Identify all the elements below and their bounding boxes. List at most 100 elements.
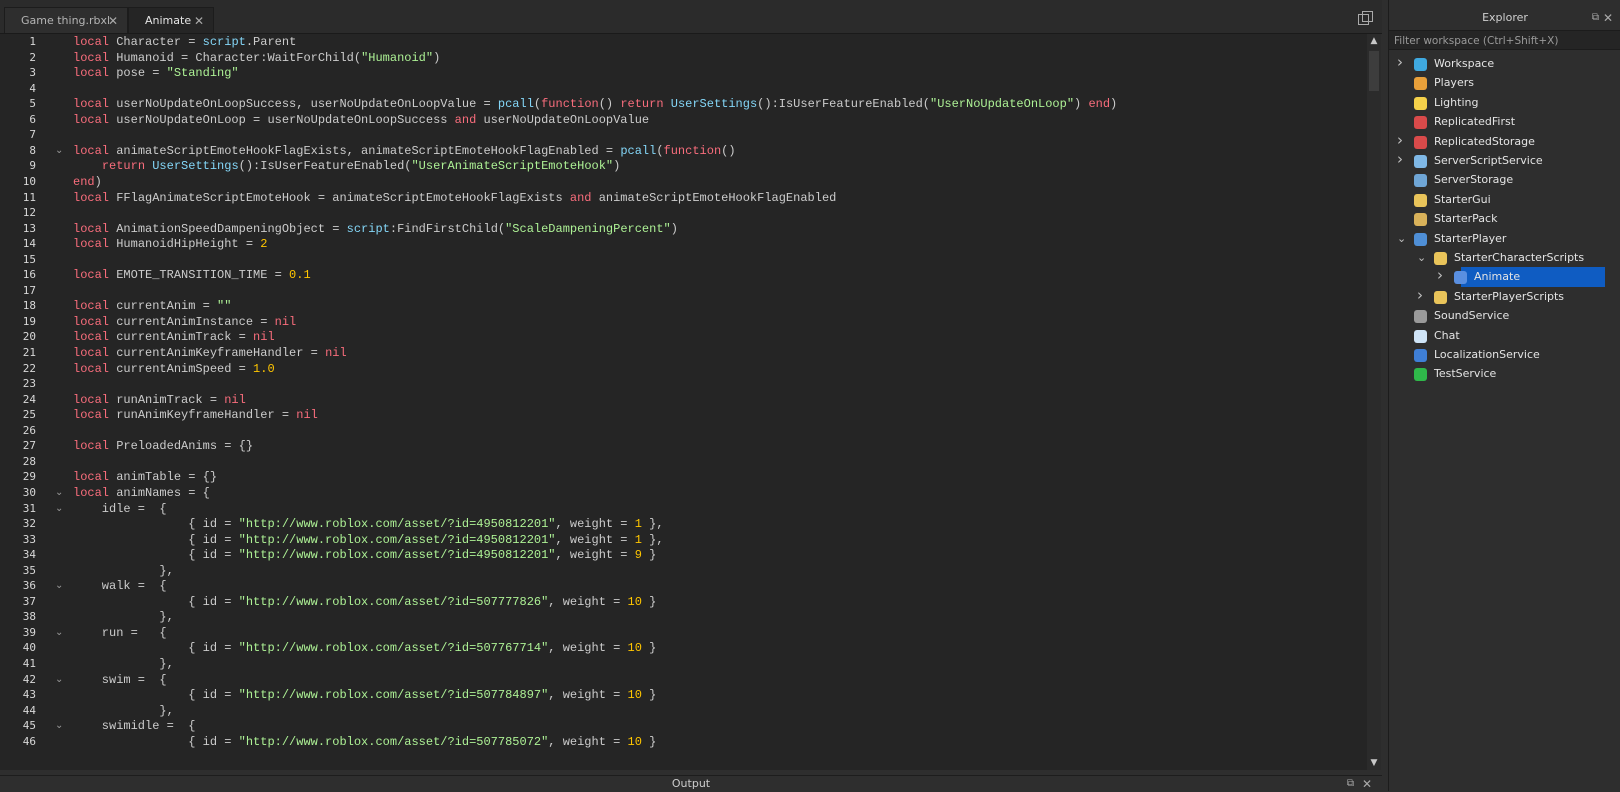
code-line[interactable]: local userNoUpdateOnLoopSuccess, userNoU… [73, 96, 1117, 112]
explorer-item-starterplayerscripts[interactable]: › StarterPlayerScripts [1389, 285, 1620, 307]
explorer-item-replicatedfirst[interactable]: ReplicatedFirst [1389, 112, 1620, 132]
fold-chevron-icon[interactable]: ⌄ [55, 625, 63, 641]
code-line[interactable]: local PreloadedAnims = {} [73, 438, 253, 454]
code-line[interactable]: local currentAnim = "" [73, 298, 231, 314]
code-line[interactable]: local AnimationSpeedDampeningObject = sc… [73, 221, 678, 237]
code-line[interactable]: local runAnimKeyframeHandler = nil [73, 407, 318, 423]
fold-chevron-icon[interactable]: ⌄ [55, 718, 63, 734]
chevron-down-icon[interactable]: ⌄ [1397, 229, 1406, 249]
explorer-item-lighting[interactable]: Lighting [1389, 93, 1620, 113]
code-line[interactable]: run = { [73, 625, 167, 641]
code-line[interactable]: idle = { [73, 501, 167, 517]
fold-chevron-icon[interactable]: ⌄ [55, 578, 63, 594]
tab-game-thing[interactable]: Game thing.rbxl ✕ [4, 7, 128, 33]
fold-chevron-icon[interactable]: ⌄ [55, 501, 63, 517]
code-line[interactable]: local currentAnimSpeed = 1.0 [73, 361, 275, 377]
explorer-item-workspace[interactable]: › Workspace [1389, 52, 1620, 74]
starter-gui-icon [1414, 193, 1427, 207]
code-line[interactable]: return UserSettings():IsUserFeatureEnabl… [73, 158, 621, 174]
code-line[interactable]: local animTable = {} [73, 469, 217, 485]
code-line[interactable]: walk = { [73, 578, 167, 594]
scroll-up-arrow-icon[interactable]: ▲ [1367, 34, 1381, 48]
code-line[interactable]: local currentAnimInstance = nil [73, 314, 296, 330]
explorer-item-starterpack[interactable]: StarterPack [1389, 209, 1620, 229]
explorer-item-soundservice[interactable]: SoundService [1389, 306, 1620, 326]
chevron-right-icon[interactable]: › [1397, 52, 1403, 72]
code-line[interactable]: local animNames = { [73, 485, 210, 501]
scrollbar-thumb[interactable] [1369, 51, 1379, 91]
code-line[interactable]: { id = "http://www.roblox.com/asset/?id=… [73, 594, 656, 610]
code-line[interactable]: { id = "http://www.roblox.com/asset/?id=… [73, 734, 656, 750]
fold-chevron-icon[interactable]: ⌄ [55, 672, 63, 688]
code-line[interactable]: local runAnimTrack = nil [73, 392, 246, 408]
code-token: 10 [627, 594, 642, 609]
code-token: 10 [627, 688, 642, 703]
explorer-item-starterplayer[interactable]: ⌄ StarterPlayer [1389, 229, 1620, 249]
explorer-item-animate[interactable]: › Animate [1389, 265, 1620, 288]
line-number: 31 [22, 501, 36, 515]
split-view-icon[interactable] [1358, 11, 1373, 25]
code-line[interactable]: swimidle = { [73, 718, 196, 734]
undock-icon[interactable]: ⧉ [1592, 8, 1599, 28]
scroll-down-arrow-icon[interactable]: ▼ [1367, 756, 1381, 770]
tab-animate[interactable]: Animate ✕ [128, 7, 214, 33]
close-icon[interactable]: ✕ [1603, 8, 1613, 28]
line-number: 6 [29, 112, 36, 126]
chevron-right-icon[interactable]: › [1397, 149, 1403, 169]
code-line[interactable]: local animateScriptEmoteHookFlagExists, … [73, 143, 736, 159]
code-line[interactable]: { id = "http://www.roblox.com/asset/?id=… [73, 640, 656, 656]
vertical-scrollbar[interactable]: ▲ ▼ [1367, 34, 1381, 770]
explorer-item-serverstorage[interactable]: ServerStorage [1389, 170, 1620, 190]
close-icon[interactable]: ✕ [1362, 776, 1372, 792]
code-line[interactable]: local currentAnimKeyframeHandler = nil [73, 345, 347, 361]
code-area[interactable]: local Character = script.Parent local Hum… [73, 34, 1363, 770]
explorer-item-localizationservice[interactable]: LocalizationService [1389, 345, 1620, 365]
code-line[interactable]: local userNoUpdateOnLoop = userNoUpdateO… [73, 112, 649, 128]
explorer-item-testservice[interactable]: TestService [1389, 364, 1620, 384]
code-line[interactable]: { id = "http://www.roblox.com/asset/?id=… [73, 547, 656, 563]
code-line[interactable]: swim = { [73, 672, 167, 688]
code-token: ():IsUserFeatureEnabled( [238, 159, 412, 174]
code-line[interactable]: local Character = script.Parent [73, 34, 296, 50]
code-line[interactable]: { id = "http://www.roblox.com/asset/?id=… [73, 687, 656, 703]
players-icon [1414, 77, 1427, 91]
code-line[interactable]: { id = "http://www.roblox.com/asset/?id=… [73, 516, 663, 532]
code-line[interactable]: }, [73, 609, 173, 625]
code-token: pose = [109, 66, 167, 81]
explorer-item-startercharacterscripts[interactable]: ⌄ StarterCharacterScripts [1389, 248, 1620, 268]
code-line[interactable]: }, [73, 656, 173, 672]
code-line[interactable]: local currentAnimTrack = nil [73, 329, 275, 345]
explorer-item-replicatedstorage[interactable]: › ReplicatedStorage [1389, 130, 1620, 152]
explorer-item-players[interactable]: Players [1389, 73, 1620, 93]
output-panel-header[interactable]: Output ⧉ ✕ [0, 775, 1382, 792]
code-line[interactable]: }, [73, 703, 173, 719]
code-line[interactable]: local pose = "Standing" [73, 65, 239, 81]
code-token: , weight = [555, 532, 635, 547]
fold-chevron-icon[interactable]: ⌄ [55, 143, 63, 159]
close-icon[interactable]: ✕ [194, 8, 204, 34]
code-line[interactable]: local EMOTE_TRANSITION_TIME = 0.1 [73, 267, 311, 283]
code-token: nil [325, 346, 347, 360]
code-line[interactable]: local FFlagAnimateScriptEmoteHook = anim… [73, 190, 836, 206]
chevron-right-icon[interactable]: › [1437, 265, 1443, 285]
code-line[interactable]: { id = "http://www.roblox.com/asset/?id=… [73, 532, 663, 548]
close-icon[interactable]: ✕ [108, 8, 118, 34]
script-editor[interactable]: 1 2 3 4 5 6 7 8 ⌄ 9 10 11 12 13 14 15 16 17 18 19 20 21 22 23 24… [0, 34, 1381, 770]
code-line[interactable]: local Humanoid = Character:WaitForChild(… [73, 50, 440, 66]
fold-chevron-icon[interactable]: ⌄ [55, 485, 63, 501]
chevron-right-icon[interactable]: › [1417, 285, 1423, 305]
explorer-filter-input[interactable]: Filter workspace (Ctrl+Shift+X) [1389, 30, 1620, 50]
code-token: 10 [627, 734, 642, 749]
explorer-item-startergui[interactable]: StarterGui [1389, 190, 1620, 210]
undock-icon[interactable]: ⧉ [1347, 776, 1354, 792]
chevron-down-icon[interactable]: ⌄ [1417, 248, 1426, 268]
code-token: "http://www.roblox.com/asset/?id=5077850… [238, 734, 549, 749]
code-token: EMOTE_TRANSITION_TIME = [109, 268, 290, 283]
explorer-item-chat[interactable]: Chat [1389, 326, 1620, 346]
code-line[interactable]: local HumanoidHipHeight = 2 [73, 236, 267, 252]
chevron-right-icon[interactable]: › [1397, 130, 1403, 150]
explorer-item-serverscriptservice[interactable]: › ServerScriptService [1389, 149, 1620, 171]
code-line[interactable]: }, [73, 563, 173, 579]
code-token: AnimationSpeedDampeningObject = [109, 221, 347, 236]
code-line[interactable]: end) [73, 174, 102, 190]
